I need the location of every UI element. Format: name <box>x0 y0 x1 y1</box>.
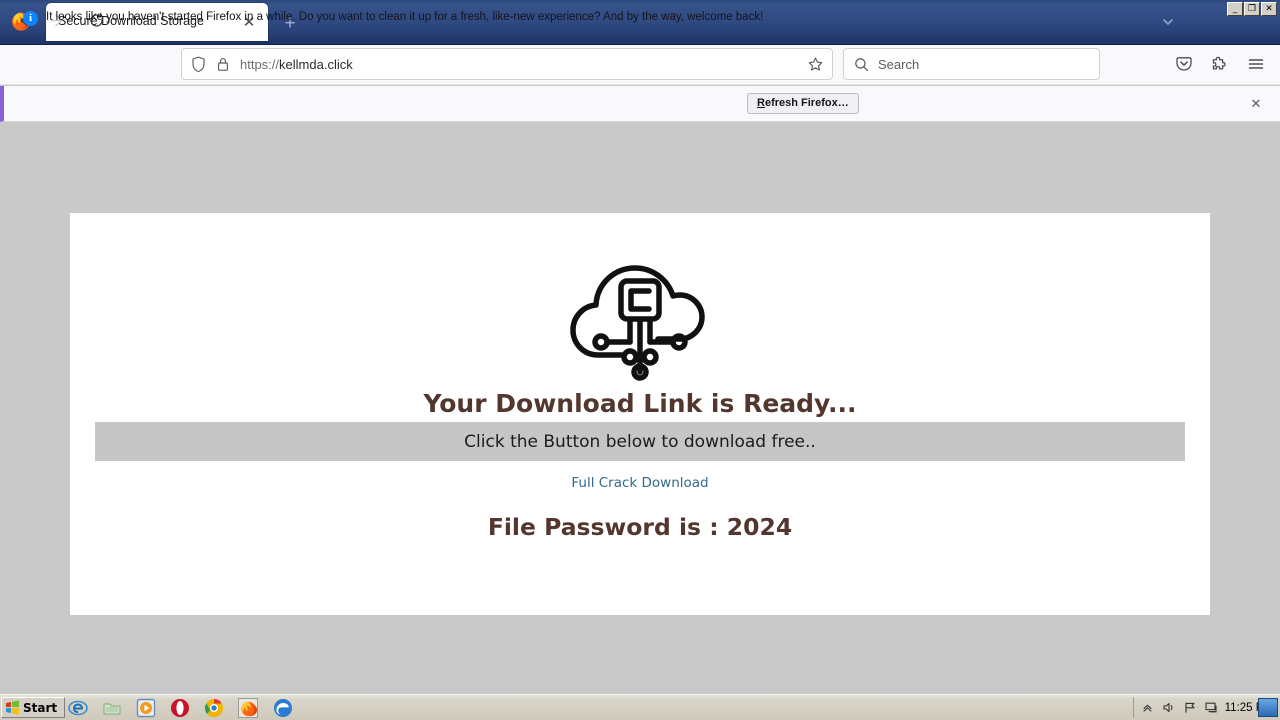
extensions-puzzle-piece-icon[interactable] <box>1208 52 1232 76</box>
network-flag-icon[interactable] <box>1183 701 1197 715</box>
close-button[interactable]: ✕ <box>1261 2 1277 16</box>
download-card: Your Download Link is Ready... Click the… <box>70 213 1210 615</box>
pocket-icon[interactable] <box>1172 52 1196 76</box>
refresh-firefox-notification-bar <box>0 86 1280 122</box>
quicklaunch-chrome-icon[interactable] <box>204 698 224 718</box>
full-crack-download-link[interactable]: Full Crack Download <box>70 475 1210 491</box>
quicklaunch-firefox-icon[interactable] <box>238 698 258 718</box>
hamburger-menu-icon[interactable] <box>1244 52 1268 76</box>
quicklaunch-internet-explorer-icon[interactable] <box>68 698 88 718</box>
window-controls: _ ❐ ✕ <box>1227 2 1277 16</box>
start-button[interactable]: Start <box>1 697 66 718</box>
show-hidden-icons-chevron-up-icon[interactable] <box>1141 701 1155 715</box>
address-bar[interactable]: https://kellmda.click <box>181 48 833 80</box>
info-icon: i <box>23 11 38 26</box>
start-button-label: Start <box>23 700 58 715</box>
volume-speaker-icon[interactable] <box>1162 701 1176 715</box>
download-instruction-bar: Click the Button below to download free.… <box>95 422 1185 461</box>
magnifier-icon <box>854 57 869 77</box>
browser-window: Secure Download Storage ✕ + _ ❐ ✕ https:… <box>0 0 1280 720</box>
download-instruction-text: Click the Button below to download free.… <box>464 431 816 452</box>
refresh-button-label: efresh Firefox… <box>764 97 849 109</box>
windows-logo-icon <box>6 700 19 715</box>
url-scheme: https:// <box>240 57 280 72</box>
bookmark-star-icon[interactable] <box>807 56 824 78</box>
cloud-computing-chip-icon <box>570 265 705 381</box>
quicklaunch-media-player-icon[interactable] <box>136 698 156 718</box>
quicklaunch-file-explorer-icon[interactable] <box>102 698 122 718</box>
minimize-button[interactable]: _ <box>1227 2 1243 16</box>
url-text: https://kellmda.click <box>240 57 353 72</box>
taskbar: Start 11:25 PM <box>0 694 1280 720</box>
file-password-text: File Password is : 2024 <box>487 513 793 541</box>
notification-close-icon[interactable]: ✕ <box>1247 95 1265 113</box>
url-host: kellmda.click <box>279 57 353 72</box>
quicklaunch-edge-icon[interactable] <box>273 698 293 718</box>
refresh-button-accesskey: R <box>757 97 765 109</box>
quicklaunch-opera-icon[interactable] <box>170 698 190 718</box>
restore-button[interactable]: ❐ <box>1244 2 1260 16</box>
notification-message: It looks like you haven't started Firefo… <box>46 11 764 23</box>
search-bar[interactable]: Search <box>843 48 1100 80</box>
list-all-tabs-chevron-down-icon[interactable] <box>1157 11 1179 33</box>
search-input-placeholder[interactable]: Search <box>878 57 919 72</box>
show-desktop-button[interactable] <box>1258 698 1278 717</box>
padlock-icon[interactable] <box>216 56 230 78</box>
page-viewport: Your Download Link is Ready... Click the… <box>0 122 1280 694</box>
monitor-icon[interactable] <box>1204 701 1218 715</box>
refresh-firefox-button[interactable]: Refresh Firefox… <box>747 93 859 114</box>
tracking-protection-shield-icon[interactable] <box>191 56 206 78</box>
page-title: Your Download Link is Ready... <box>423 389 857 418</box>
system-tray: 11:25 PM <box>1132 697 1278 718</box>
